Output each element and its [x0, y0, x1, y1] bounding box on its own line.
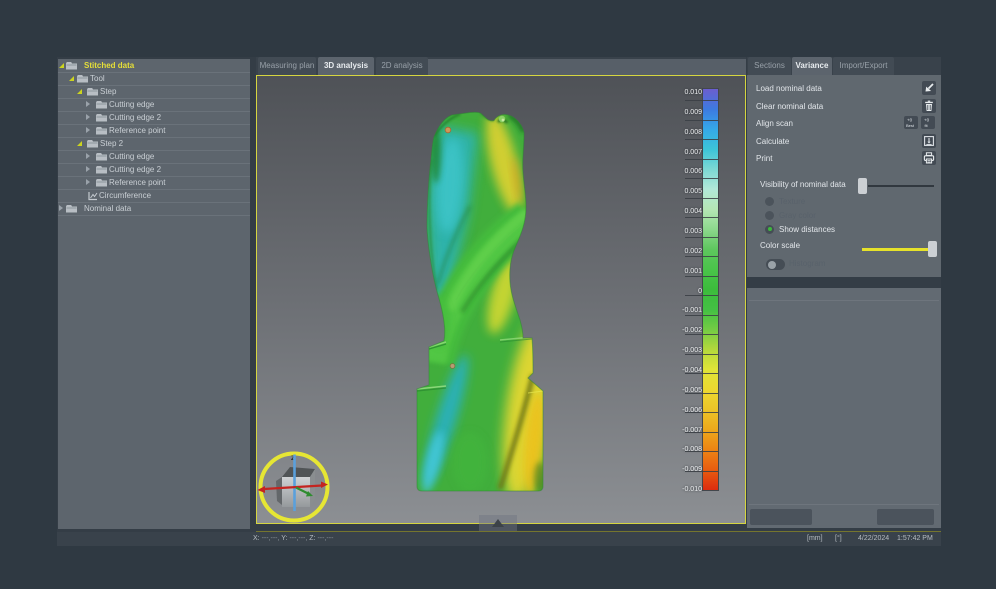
svg-text:+0: +0 — [924, 118, 930, 123]
svg-text:+0: +0 — [907, 118, 913, 123]
svg-text:Best: Best — [906, 123, 915, 128]
svg-text:fit: fit — [925, 123, 929, 128]
